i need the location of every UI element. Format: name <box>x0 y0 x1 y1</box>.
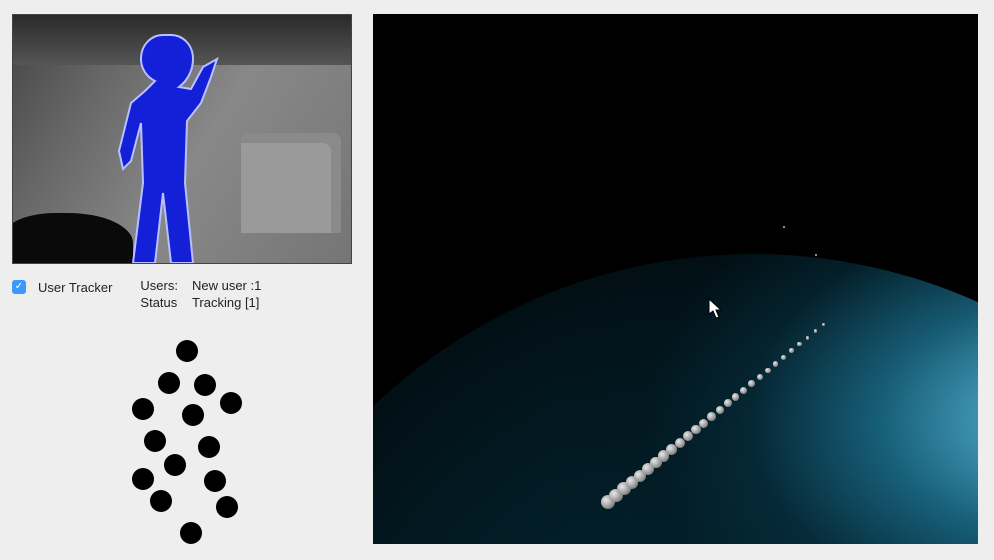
depth-camera-view <box>12 14 352 264</box>
star-icon <box>815 254 817 256</box>
users-value: New user :1 <box>192 278 261 293</box>
skeleton-joint <box>150 490 172 512</box>
skeleton-joint <box>204 470 226 492</box>
skeleton-joint <box>180 522 202 544</box>
skeleton-joint <box>132 398 154 420</box>
skeleton-joint <box>176 340 198 362</box>
status-value: Tracking [1] <box>192 295 261 310</box>
user-tracker-label: User Tracker <box>38 280 112 295</box>
tracker-status-table: Users: New user :1 Status Tracking [1] <box>140 278 261 310</box>
star-icon <box>783 226 785 228</box>
skeleton-joint <box>158 372 180 394</box>
skeleton-joint <box>144 430 166 452</box>
user-silhouette <box>93 33 233 264</box>
skeleton-joint <box>198 436 220 458</box>
skeleton-joint <box>194 374 216 396</box>
3d-render-view[interactable] <box>373 14 978 544</box>
skeleton-joint-view <box>120 330 320 540</box>
skeleton-joint <box>132 468 154 490</box>
users-label: Users: <box>140 278 178 293</box>
skeleton-joint <box>220 392 242 414</box>
skeleton-joint <box>216 496 238 518</box>
user-tracker-checkbox[interactable] <box>12 280 26 294</box>
skeleton-joint <box>164 454 186 476</box>
skeleton-joint <box>182 404 204 426</box>
planet-surface <box>373 254 978 544</box>
status-label: Status <box>140 295 178 310</box>
depth-furniture <box>241 133 341 233</box>
